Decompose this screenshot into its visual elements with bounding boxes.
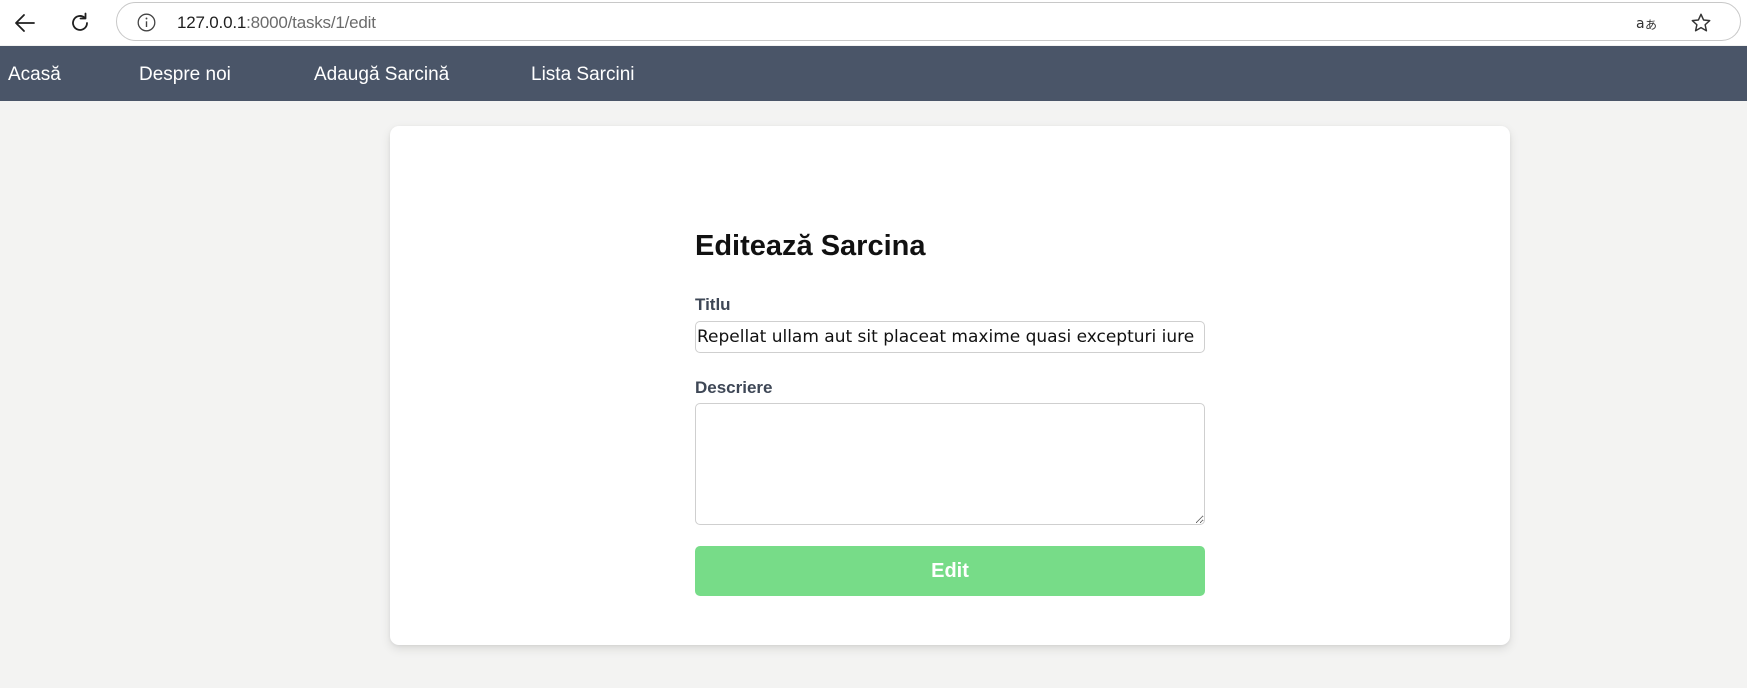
back-button[interactable]: [8, 6, 42, 40]
svg-text:あ: あ: [1645, 18, 1657, 32]
reload-button[interactable]: [63, 6, 97, 40]
nav-link-task-list[interactable]: Lista Sarcini: [531, 64, 635, 86]
url-path: :8000/tasks/1/edit: [246, 13, 376, 32]
back-arrow-icon: [15, 14, 35, 32]
edit-task-card: Editează Sarcina Titlu Descriere Edit: [390, 126, 1510, 645]
reload-icon: [72, 12, 88, 31]
page-title: Editează Sarcina: [695, 230, 926, 262]
info-icon[interactable]: [137, 13, 156, 32]
url-host: 127.0.0.1: [177, 13, 247, 32]
address-bar[interactable]: 127.0.0.1:8000/tasks/1/edit a あ: [116, 2, 1741, 41]
navbar: Acasă Despre noi Adaugă Sarcină Lista Sa…: [0, 46, 1747, 101]
nav-link-about[interactable]: Despre noi: [139, 64, 231, 86]
title-input[interactable]: [695, 321, 1205, 353]
url-text[interactable]: 127.0.0.1:8000/tasks/1/edit: [177, 13, 376, 33]
edit-button[interactable]: Edit: [695, 546, 1205, 596]
nav-link-home[interactable]: Acasă: [8, 64, 61, 86]
svg-text:a: a: [1636, 16, 1645, 32]
nav-link-add-task[interactable]: Adaugă Sarcină: [314, 64, 449, 86]
description-textarea[interactable]: [695, 403, 1205, 525]
title-label: Titlu: [695, 295, 731, 314]
star-icon[interactable]: [1689, 11, 1713, 35]
description-label: Descriere: [695, 378, 773, 397]
translate-icon[interactable]: a あ: [1636, 11, 1660, 35]
browser-toolbar: 127.0.0.1:8000/tasks/1/edit a あ: [0, 0, 1747, 45]
